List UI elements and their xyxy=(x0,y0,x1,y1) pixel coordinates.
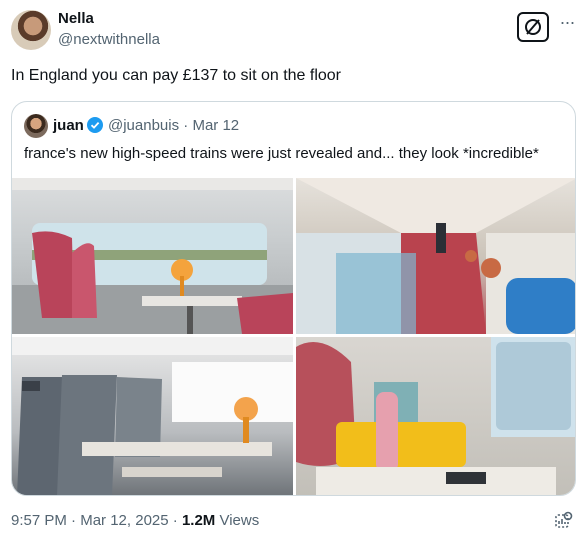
quoted-avatar[interactable] xyxy=(24,114,48,138)
author-name[interactable]: Nella xyxy=(58,10,94,27)
quoted-name[interactable]: juan xyxy=(53,117,84,134)
grok-button[interactable] xyxy=(517,12,549,42)
train-photo-3[interactable] xyxy=(12,337,293,495)
views-count: 1.2M xyxy=(181,512,216,529)
media-grid xyxy=(12,178,575,495)
views-label: Views xyxy=(219,512,260,529)
train-photo-2[interactable] xyxy=(296,178,575,334)
quoted-handle-date: @juanbuis · Mar 12 xyxy=(108,117,239,134)
quoted-text: france's new high-speed trains were just… xyxy=(24,145,539,162)
dot-separator: · xyxy=(183,117,189,134)
verified-icon xyxy=(87,117,103,133)
tweet-meta: 9:57 PM · Mar 12, 2025 · 1.2M Views xyxy=(11,512,259,529)
tweet-date[interactable]: Mar 12, 2025 xyxy=(80,512,168,529)
tweet-time[interactable]: 9:57 PM xyxy=(11,512,67,529)
quoted-handle[interactable]: @juanbuis xyxy=(108,117,179,134)
meta-separator-2: · xyxy=(172,512,178,529)
quoted-date[interactable]: Mar 12 xyxy=(192,117,239,134)
more-button[interactable]: ··· xyxy=(556,13,578,37)
grok-icon xyxy=(525,19,541,35)
more-icon: ··· xyxy=(559,12,576,32)
author-handle[interactable]: @nextwithnella xyxy=(58,31,160,48)
meta-separator-1: · xyxy=(71,512,77,529)
analytics-icon[interactable] xyxy=(553,510,575,532)
author-avatar[interactable] xyxy=(11,10,51,50)
train-photo-4[interactable] xyxy=(296,337,575,495)
quoted-tweet[interactable]: juan @juanbuis · Mar 12 france's new hig… xyxy=(11,101,576,496)
train-photo-1[interactable] xyxy=(12,178,293,334)
tweet-text: In England you can pay £137 to sit on th… xyxy=(11,67,342,84)
